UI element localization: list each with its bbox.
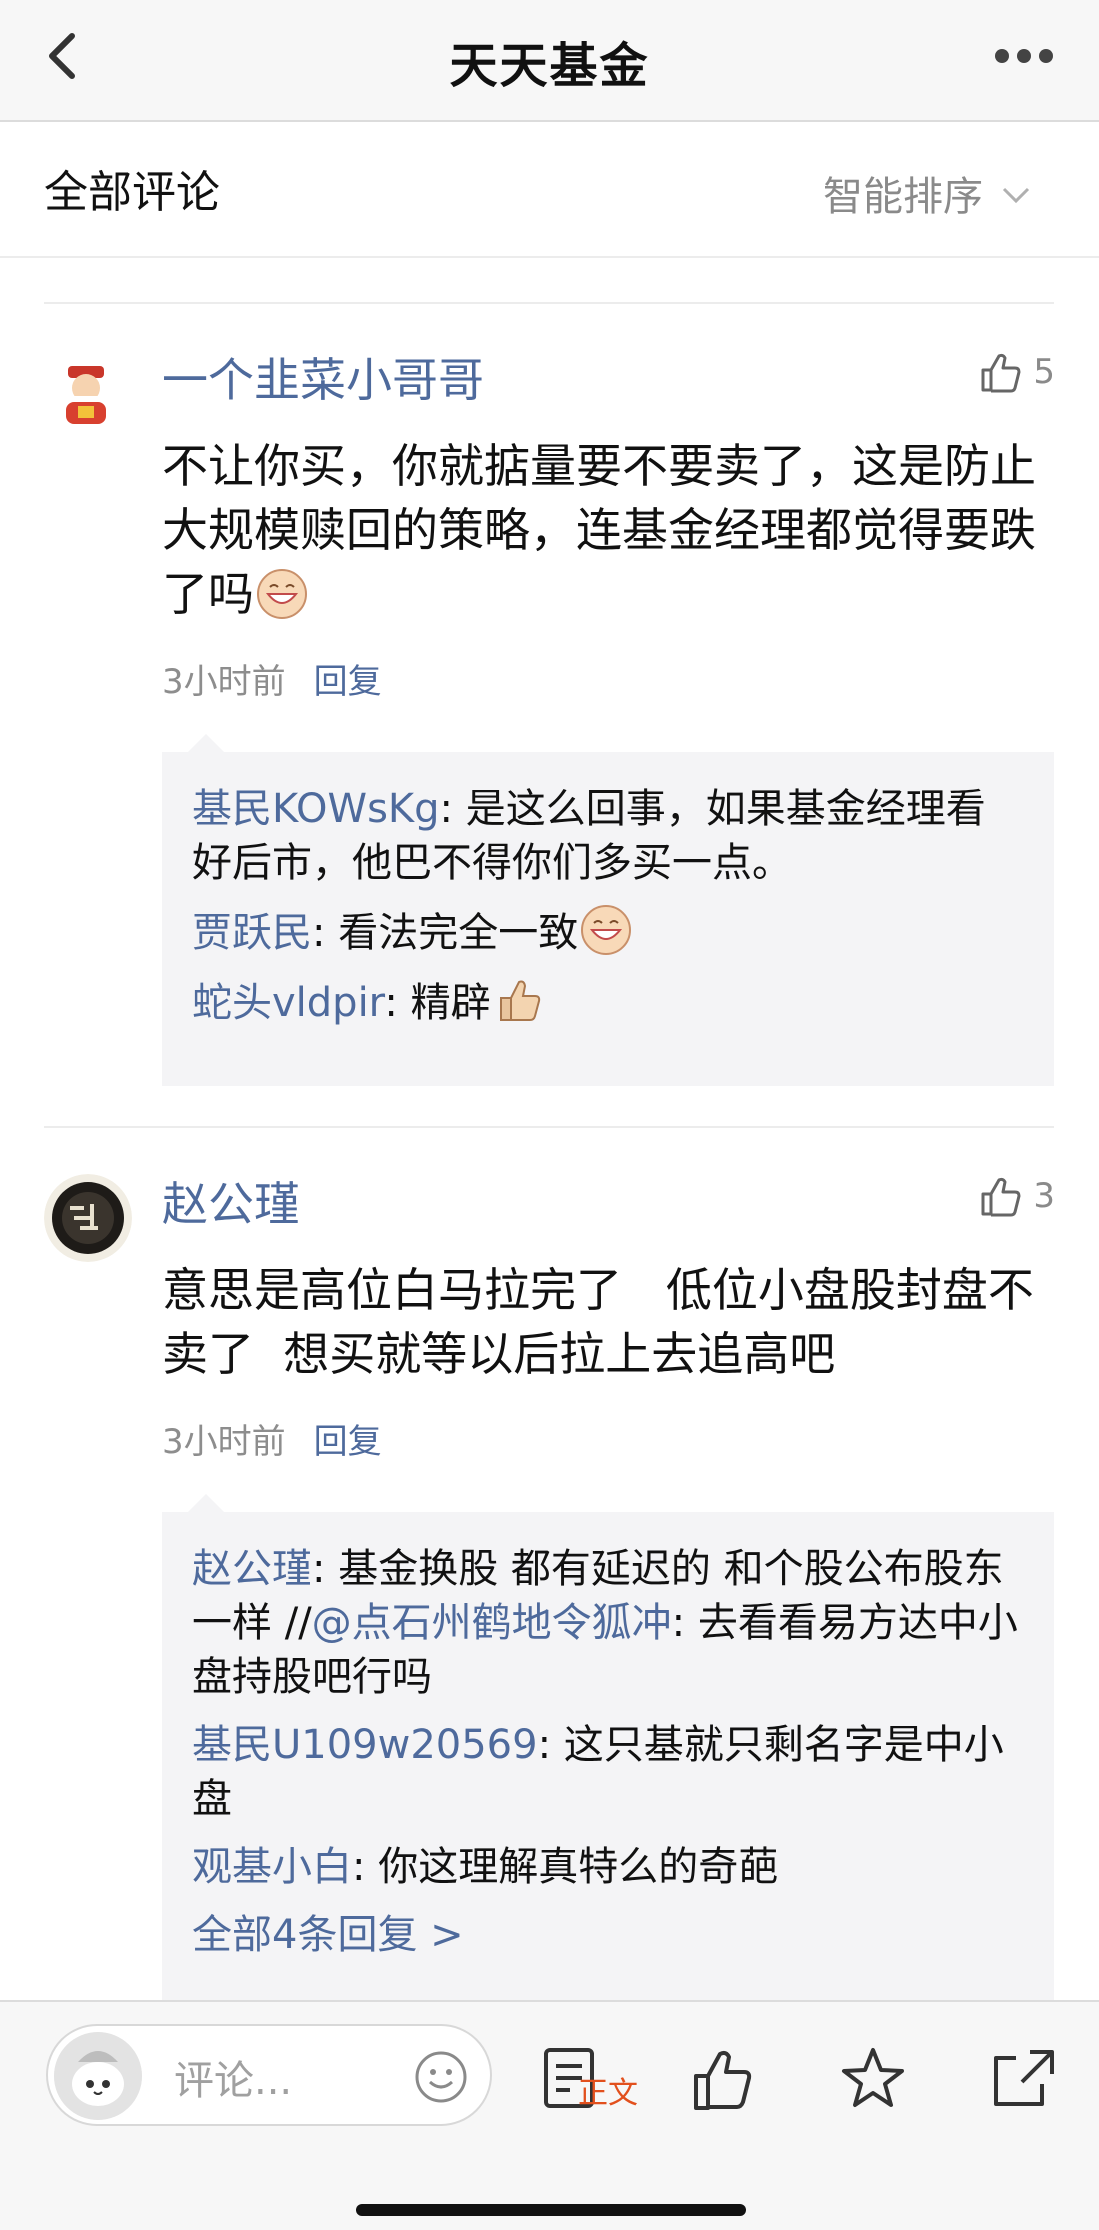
avatar[interactable] <box>44 352 128 436</box>
reply-author[interactable]: 赵公瑾 <box>192 1546 312 1592</box>
user-avatar <box>54 2032 142 2120</box>
timestamp: 3小时前 <box>162 662 286 702</box>
commenter-name[interactable]: 赵公瑾 <box>162 1168 300 1234</box>
reply-item[interactable]: 基民KOWsKg: 是这么回事，如果基金经理看好后市，他巴不得你们多买一点。 <box>192 782 1024 890</box>
thumbs-up-icon[interactable] <box>690 2044 760 2114</box>
mention-link[interactable]: @点石州鹤地令狐冲 <box>312 1600 672 1646</box>
comment-input[interactable]: 评论... <box>46 2024 492 2126</box>
thumbs-up-emoji-icon <box>499 980 540 1021</box>
like-button[interactable]: 3 <box>979 1174 1055 1218</box>
reply-item[interactable]: 观基小白: 你这理解真特么的奇葩 <box>192 1840 1024 1894</box>
timestamp: 3小时前 <box>162 1422 286 1462</box>
comment-meta: 3小时前 回复 <box>162 654 382 703</box>
star-icon[interactable] <box>838 2044 908 2114</box>
like-button[interactable]: 5 <box>979 350 1055 394</box>
grin-emoji-icon <box>257 569 307 619</box>
like-count: 5 <box>1033 352 1055 392</box>
grin-emoji-icon <box>581 905 632 955</box>
page-title: 天天基金 <box>449 38 650 94</box>
reply-author[interactable]: 蛇头vldpir <box>192 980 384 1026</box>
sort-dropdown[interactable]: 智能排序 <box>823 164 1031 222</box>
home-indicator <box>356 2204 746 2216</box>
thumbs-up-icon <box>981 1177 1021 1217</box>
commenter-name[interactable]: 一个韭菜小哥哥 <box>162 344 484 410</box>
reply-item[interactable]: 贾跃民: 看法完全一致 <box>192 904 1024 960</box>
divider <box>44 1126 1054 1128</box>
reply-author[interactable]: 观基小白 <box>192 1844 352 1890</box>
reply-author[interactable]: 基民U109w20569 <box>192 1722 538 1768</box>
avatar[interactable] <box>44 1174 132 1262</box>
emoji-smile-icon[interactable] <box>414 2050 468 2104</box>
thumbs-up-icon <box>981 353 1021 393</box>
bottom-toolbar: 评论... 正文 <box>0 2000 1099 2230</box>
reply-item[interactable]: 蛇头vldpir: 精辟 <box>192 974 1024 1030</box>
top-nav-bar: 天天基金 <box>0 0 1099 122</box>
share-icon[interactable] <box>990 2044 1060 2114</box>
reply-author[interactable]: 基民KOWsKg <box>192 786 440 832</box>
comment-meta: 3小时前 回复 <box>162 1414 382 1463</box>
more-options-icon[interactable] <box>995 44 1059 68</box>
sort-label: 智能排序 <box>823 174 983 220</box>
reply-button[interactable]: 回复 <box>314 1422 382 1462</box>
comment-text: 不让你买，你就掂量要不要卖了，这是防止大规模赎回的策略，连基金经理都觉得要跌了吗 <box>162 439 1036 621</box>
like-count: 3 <box>1033 1176 1055 1216</box>
divider <box>44 302 1054 304</box>
article-label[interactable]: 正文 <box>578 2068 638 2112</box>
comment-text: 意思是高位白马拉完了 低位小盘股封盘不卖了 想买就等以后拉上去追高吧 <box>162 1263 1034 1381</box>
reply-button[interactable]: 回复 <box>314 662 382 702</box>
reply-item[interactable]: 基民U109w20569: 这只基就只剩名字是中小盘 <box>192 1718 1024 1826</box>
comment-placeholder: 评论... <box>174 2058 293 2104</box>
reply-author[interactable]: 贾跃民 <box>192 910 312 956</box>
comments-section-header: 全部评论 智能排序 <box>0 124 1099 258</box>
replies-box: 赵公瑾: 基金换股 都有延迟的 和个股公布股东一样 //@点石州鹤地令狐冲: 去… <box>162 1494 1054 2000</box>
reply-item[interactable]: 赵公瑾: 基金换股 都有延迟的 和个股公布股东一样 //@点石州鹤地令狐冲: 去… <box>192 1542 1024 1704</box>
section-title: 全部评论 <box>44 167 220 218</box>
chevron-down-icon <box>1002 187 1030 204</box>
replies-box: 基民KOWsKg: 是这么回事，如果基金经理看好后市，他巴不得你们多买一点。 贾… <box>162 734 1054 1086</box>
view-all-replies-link[interactable]: 全部4条回复 > <box>192 1908 1024 1962</box>
